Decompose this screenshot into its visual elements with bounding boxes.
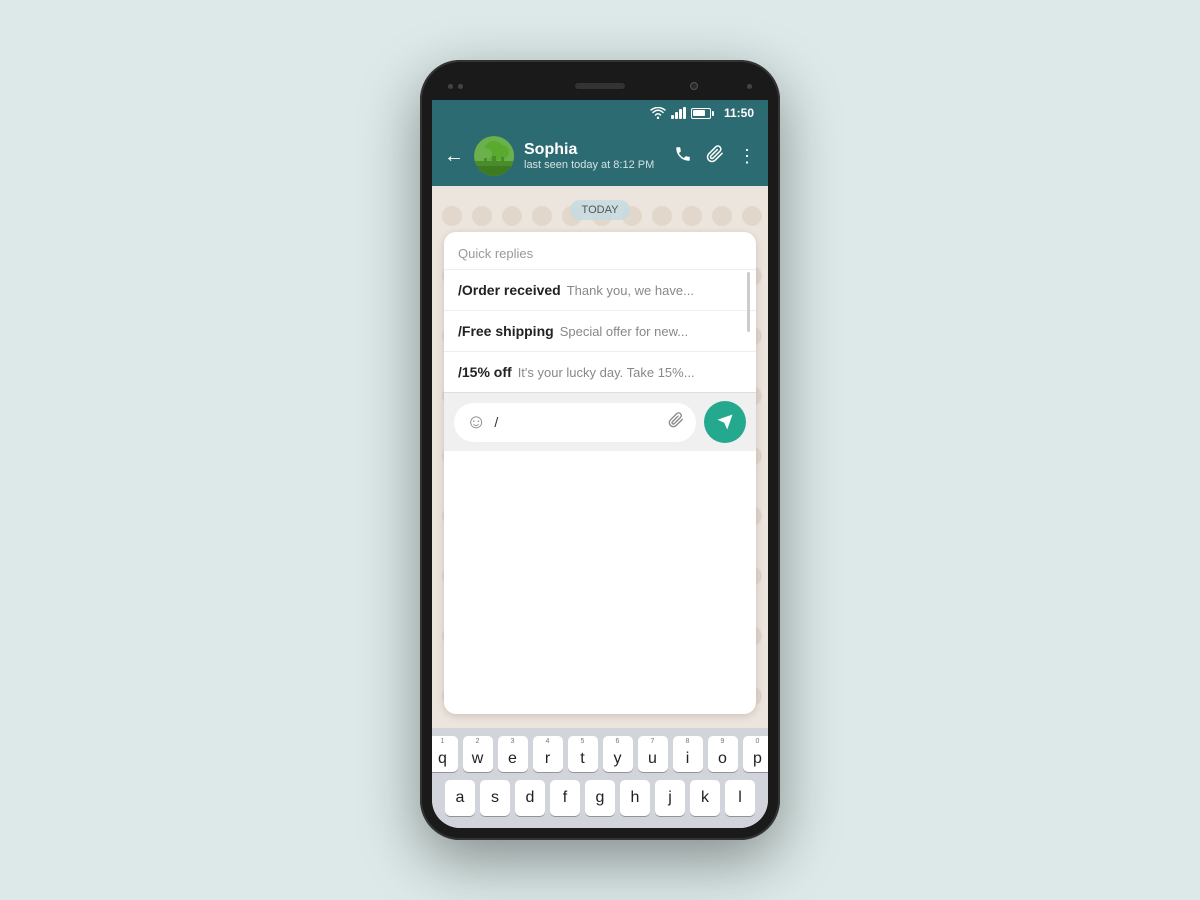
battery-fill (693, 110, 705, 116)
key-letter-j[interactable]: j (655, 780, 685, 816)
key-o[interactable]: 9 o (708, 736, 738, 772)
signal-bar-1 (671, 115, 674, 119)
contact-info: Sophia last seen today at 8:12 PM (524, 141, 664, 171)
sensor-dot-2 (458, 84, 463, 89)
phone-screen: 11:50 ← Sophia last seen (432, 100, 768, 828)
reply-shortcut-2: /Free shipping (458, 323, 554, 339)
avatar-image (474, 136, 514, 176)
header-actions: ⋮ (674, 145, 756, 168)
keyboard: 1 q 2 w 3 e 4 r 5 t (432, 728, 768, 828)
quick-reply-item-3[interactable]: /15% off It's your lucky day. Take 15%..… (444, 351, 756, 392)
sensor-dot-3 (747, 84, 752, 89)
key-num-3: 3 (511, 738, 515, 745)
keyboard-row-2: a s d f g h j k l (436, 780, 764, 816)
message-input-text[interactable]: / (494, 414, 660, 430)
reply-preview-2: Special offer for new... (560, 324, 688, 339)
quick-reply-item-2[interactable]: /Free shipping Special offer for new... (444, 310, 756, 351)
notch-sensors (448, 84, 463, 89)
status-icons (650, 107, 714, 119)
key-num-4: 4 (546, 738, 550, 745)
key-letter-q[interactable]: q (432, 736, 458, 772)
quick-replies-title: Quick replies (444, 242, 756, 269)
send-icon (716, 413, 734, 431)
keyboard-row-1: 1 q 2 w 3 e 4 r 5 t (436, 736, 764, 772)
signal-icon (671, 107, 686, 119)
reply-shortcut-1: /Order received (458, 282, 561, 298)
key-num-8: 8 (686, 738, 690, 745)
sensor-dot-1 (448, 84, 453, 89)
key-num-1: 1 (441, 738, 445, 745)
key-y[interactable]: 6 y (603, 736, 633, 772)
key-num-0: 0 (756, 738, 760, 745)
key-letter-g[interactable]: g (585, 780, 615, 816)
key-letter-a[interactable]: a (445, 780, 475, 816)
key-letter-f[interactable]: f (550, 780, 580, 816)
signal-bar-4 (683, 107, 686, 119)
front-camera (690, 82, 698, 90)
quick-replies-popup: Quick replies /Order received Thank you,… (444, 232, 756, 714)
status-time: 11:50 (724, 106, 754, 120)
key-u[interactable]: 7 u (638, 736, 668, 772)
key-w[interactable]: 2 w (463, 736, 493, 772)
reply-shortcut-3: /15% off (458, 364, 512, 380)
key-letter-h[interactable]: h (620, 780, 650, 816)
key-p[interactable]: 0 p (743, 736, 769, 772)
phone-notch (432, 72, 768, 100)
signal-bar-3 (679, 109, 682, 119)
key-num-7: 7 (651, 738, 655, 745)
back-button[interactable]: ← (444, 145, 464, 168)
key-num-2: 2 (476, 738, 480, 745)
wifi-icon (650, 107, 666, 119)
key-num-9: 9 (721, 738, 725, 745)
reply-preview-3: It's your lucky day. Take 15%... (518, 365, 695, 380)
quick-reply-item-1[interactable]: /Order received Thank you, we have... (444, 269, 756, 310)
message-input-box[interactable]: ☺ / (454, 403, 696, 442)
key-letter-s[interactable]: s (480, 780, 510, 816)
key-r[interactable]: 4 r (533, 736, 563, 772)
notch-right-sensors (747, 84, 752, 89)
battery-body (691, 108, 711, 119)
key-t[interactable]: 5 t (568, 736, 598, 772)
key-letter-l[interactable]: l (725, 780, 755, 816)
signal-bar-2 (675, 112, 678, 119)
emoji-button[interactable]: ☺ (466, 411, 486, 434)
contact-name: Sophia (524, 141, 664, 159)
reply-preview-1: Thank you, we have... (567, 283, 694, 298)
key-q[interactable]: 1 q (432, 736, 458, 772)
key-num-6: 6 (616, 738, 620, 745)
speaker-grille (575, 83, 625, 89)
battery-tip (712, 111, 714, 116)
message-input-area: ☺ / (444, 392, 756, 451)
scroll-indicator (747, 272, 750, 332)
avatar (474, 136, 514, 176)
key-e[interactable]: 3 e (498, 736, 528, 772)
status-bar: 11:50 (432, 100, 768, 126)
today-label: TODAY (570, 200, 631, 220)
chat-background: TODAY Quick replies /Order received Than… (432, 186, 768, 728)
attach-icon[interactable] (706, 145, 724, 168)
key-i[interactable]: 8 i (673, 736, 703, 772)
more-menu-icon[interactable]: ⋮ (738, 146, 756, 167)
battery-icon (691, 108, 714, 119)
attachment-button[interactable] (668, 412, 684, 433)
chat-header: ← Sophia last seen today at 8:12 PM (432, 126, 768, 186)
key-letter-k[interactable]: k (690, 780, 720, 816)
phone-frame: 11:50 ← Sophia last seen (420, 60, 780, 840)
key-num-5: 5 (581, 738, 585, 745)
phone-call-icon[interactable] (674, 145, 692, 168)
key-letter-d[interactable]: d (515, 780, 545, 816)
contact-status: last seen today at 8:12 PM (524, 159, 664, 171)
send-button[interactable] (704, 401, 746, 443)
